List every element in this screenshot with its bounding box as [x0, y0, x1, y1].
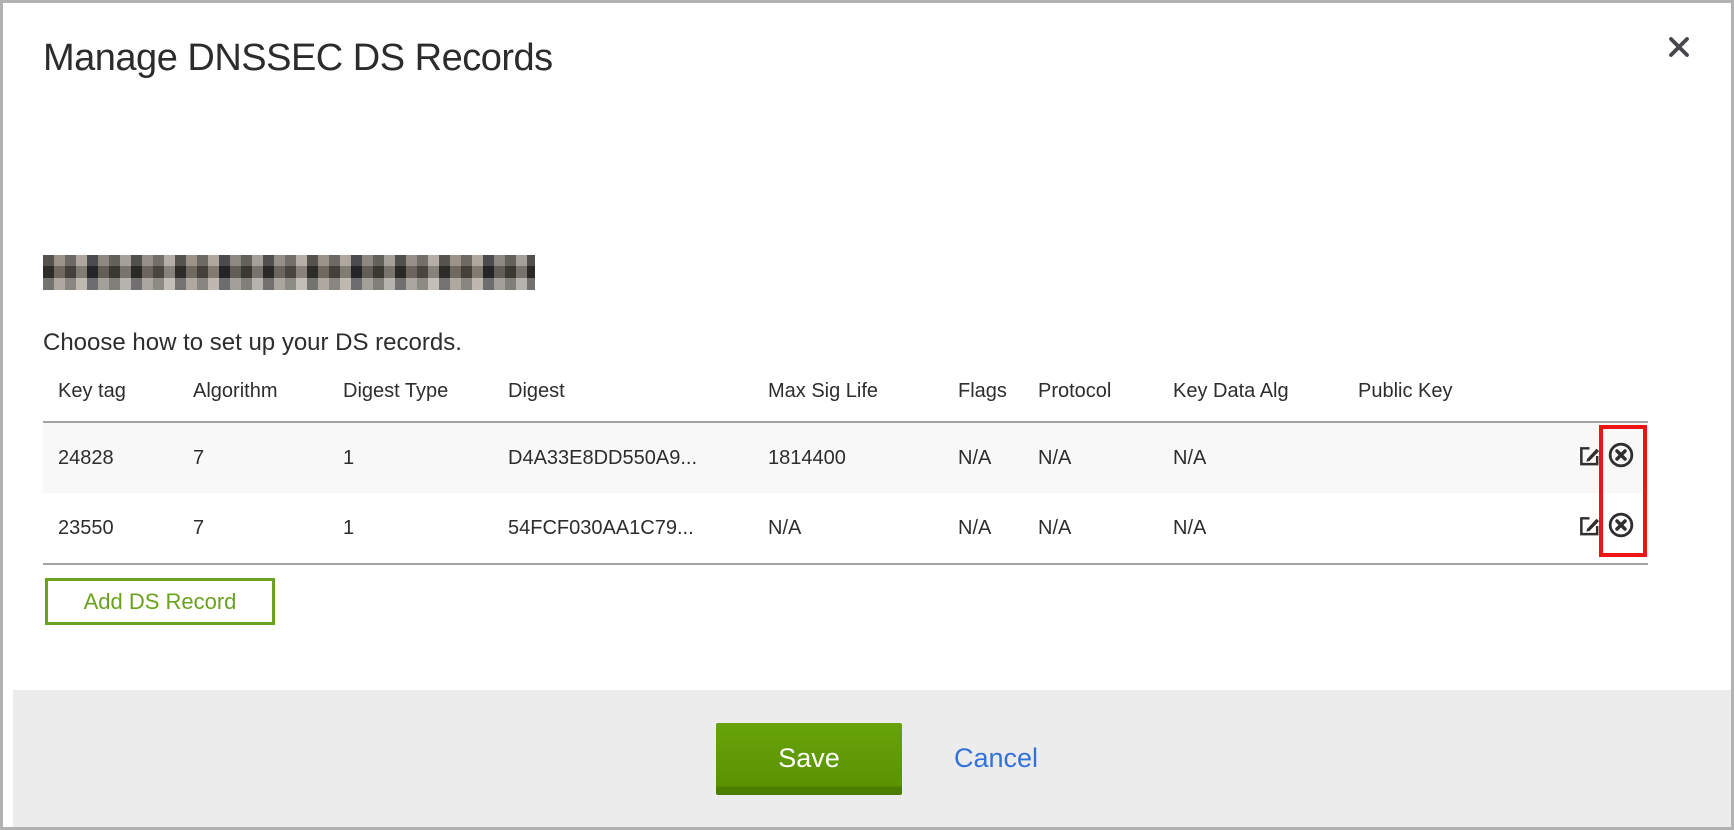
table-row: 23550 7 1 54FCF030AA1C79... N/A N/A N/A … [43, 493, 1648, 563]
delete-record-button[interactable] [1608, 442, 1634, 474]
cell-digest-type: 1 [343, 447, 508, 470]
cell-key-data-alg: N/A [1173, 517, 1358, 540]
row-actions [1556, 512, 1648, 544]
edit-record-button[interactable] [1578, 514, 1601, 543]
delete-record-button[interactable] [1608, 512, 1634, 544]
domain-name-redacted [43, 255, 535, 290]
close-icon [1667, 35, 1691, 64]
instruction-text: Choose how to set up your DS records. [43, 329, 462, 357]
column-header-key-tag: Key tag [58, 380, 193, 403]
manage-dnssec-dialog: Manage DNSSEC DS Records Choose how to s… [0, 0, 1734, 830]
cell-digest: 54FCF030AA1C79... [508, 517, 768, 540]
dialog-footer: Save Cancel [13, 690, 1734, 827]
circle-x-icon [1608, 512, 1634, 544]
edit-icon [1578, 514, 1601, 543]
row-actions [1556, 442, 1648, 474]
ds-records-table: Key tag Algorithm Digest Type Digest Max… [43, 361, 1648, 565]
column-header-key-data-alg: Key Data Alg [1173, 380, 1358, 403]
table-header-row: Key tag Algorithm Digest Type Digest Max… [43, 361, 1648, 421]
column-header-public-key: Public Key [1358, 380, 1648, 403]
add-ds-record-button[interactable]: Add DS Record [45, 578, 275, 625]
cell-algorithm: 7 [193, 447, 343, 470]
cell-digest-type: 1 [343, 517, 508, 540]
cell-max-sig-life: N/A [768, 517, 958, 540]
column-header-digest-type: Digest Type [343, 380, 508, 403]
table-body: 24828 7 1 D4A33E8DD550A9... 1814400 N/A … [43, 421, 1648, 565]
column-header-algorithm: Algorithm [193, 380, 343, 403]
cell-protocol: N/A [1038, 447, 1173, 470]
column-header-digest: Digest [508, 380, 768, 403]
cell-key-data-alg: N/A [1173, 447, 1358, 470]
column-header-protocol: Protocol [1038, 380, 1173, 403]
table-row: 24828 7 1 D4A33E8DD550A9... 1814400 N/A … [43, 423, 1648, 493]
cell-key-tag: 23550 [58, 517, 193, 540]
close-button[interactable] [1663, 33, 1695, 65]
cell-digest: D4A33E8DD550A9... [508, 447, 768, 470]
edit-icon [1578, 444, 1601, 473]
cell-flags: N/A [958, 447, 1038, 470]
column-header-max-sig-life: Max Sig Life [768, 380, 958, 403]
column-header-flags: Flags [958, 380, 1038, 403]
cell-flags: N/A [958, 517, 1038, 540]
edit-record-button[interactable] [1578, 444, 1601, 473]
cell-max-sig-life: 1814400 [768, 447, 958, 470]
page-title: Manage DNSSEC DS Records [43, 36, 553, 80]
cell-protocol: N/A [1038, 517, 1173, 540]
cell-key-tag: 24828 [58, 447, 193, 470]
circle-x-icon [1608, 442, 1634, 474]
save-button[interactable]: Save [716, 723, 902, 795]
cancel-link[interactable]: Cancel [954, 743, 1038, 774]
cell-algorithm: 7 [193, 517, 343, 540]
